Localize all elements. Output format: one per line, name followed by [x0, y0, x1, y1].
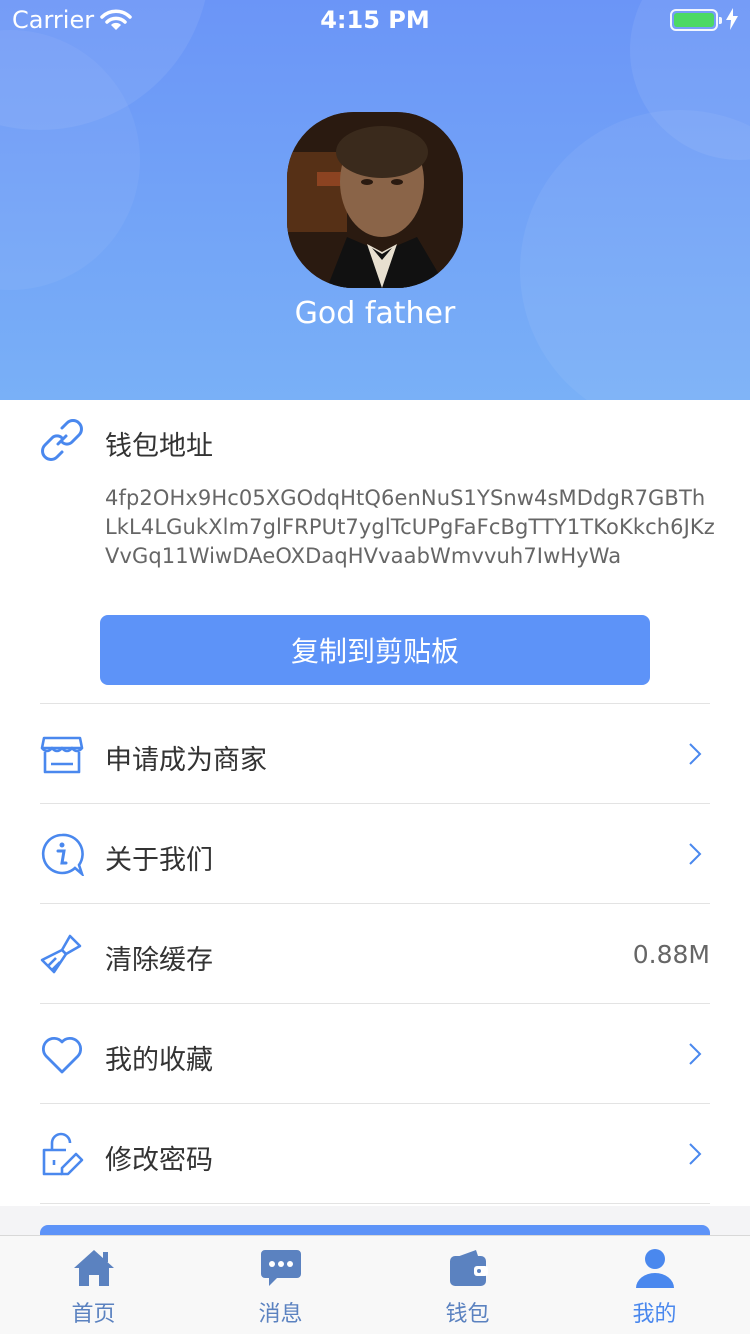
- menu-item-label: 清除缓存: [105, 945, 213, 976]
- profile-header: Carrier 4:15 PM God father: [0, 0, 750, 400]
- wallet-address-value: 4fp2OHx9Hc05XGOdqHtQ6enNuS1YSnw4sMDdgR7G…: [105, 486, 715, 568]
- divider: [40, 1203, 710, 1204]
- menu-item-about-us[interactable]: 关于我们: [40, 803, 710, 903]
- menu-item-label: 修改密码: [105, 1145, 213, 1176]
- charging-icon: [726, 8, 738, 34]
- battery-icon: [670, 9, 722, 31]
- chevron-right-icon: [688, 842, 702, 870]
- heart-icon: [40, 1032, 84, 1080]
- brush-icon: [40, 932, 84, 980]
- menu-item-label: 关于我们: [105, 845, 213, 876]
- user-icon: [633, 1246, 677, 1294]
- info-icon: [40, 832, 85, 880]
- avatar[interactable]: [287, 112, 463, 288]
- tab-label: 消息: [258, 1302, 303, 1327]
- tab-wallet[interactable]: 钱包: [374, 1236, 561, 1334]
- status-bar: Carrier 4:15 PM: [0, 0, 750, 40]
- link-icon: [40, 418, 84, 466]
- menu-item-clear-cache[interactable]: 清除缓存 0.88M: [40, 903, 710, 1003]
- tab-label: 钱包: [445, 1302, 490, 1327]
- menu-item-apply-merchant[interactable]: 申请成为商家: [40, 703, 710, 803]
- menu-item-label: 申请成为商家: [105, 745, 267, 776]
- decor-bubble: [520, 110, 750, 400]
- chevron-right-icon: [688, 742, 702, 770]
- chevron-right-icon: [688, 1042, 702, 1070]
- tab-label: 首页: [71, 1302, 116, 1327]
- lock-edit-icon: [40, 1132, 84, 1180]
- menu-item-label: 我的收藏: [105, 1045, 213, 1076]
- home-icon: [72, 1246, 116, 1294]
- chevron-right-icon: [688, 1142, 702, 1170]
- cache-size-value: 0.88M: [632, 940, 710, 969]
- clock: 4:15 PM: [320, 6, 430, 34]
- store-icon: [40, 732, 84, 780]
- tab-bar: 首页 消息 钱包 我的: [0, 1235, 750, 1334]
- username: God father: [294, 296, 456, 331]
- message-icon: [259, 1246, 303, 1294]
- tab-home[interactable]: 首页: [0, 1236, 187, 1334]
- wallet-icon: [446, 1246, 490, 1294]
- copy-to-clipboard-button[interactable]: 复制到剪贴板: [100, 615, 650, 685]
- tab-messages[interactable]: 消息: [187, 1236, 374, 1334]
- tab-label: 我的: [632, 1302, 677, 1327]
- menu-item-favorites[interactable]: 我的收藏: [40, 1003, 710, 1103]
- menu-item-change-password[interactable]: 修改密码: [40, 1103, 710, 1203]
- wallet-address-title: 钱包地址: [105, 431, 213, 462]
- tab-mine[interactable]: 我的: [561, 1236, 748, 1334]
